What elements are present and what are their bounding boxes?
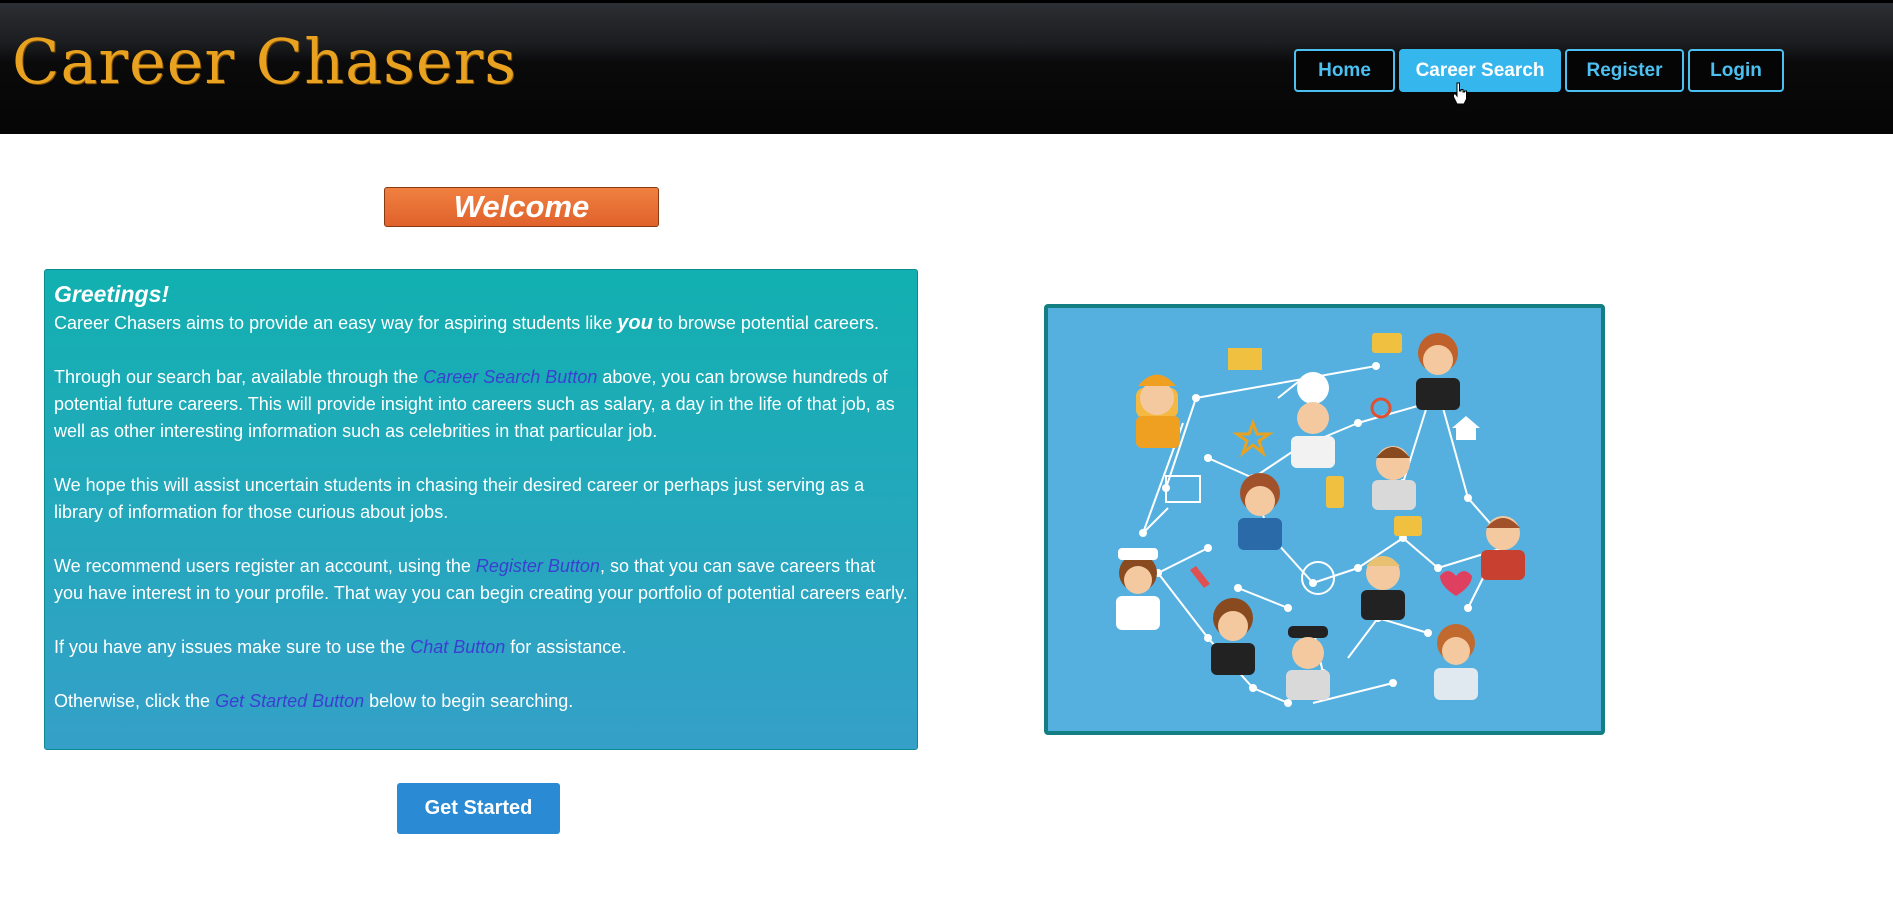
driver-figure: [1286, 626, 1330, 700]
chat-link[interactable]: Chat Button: [410, 637, 505, 657]
get-started-button[interactable]: Get Started: [397, 783, 560, 834]
headset-woman-figure: [1416, 333, 1460, 410]
phone-icon: [1326, 476, 1344, 508]
nurse-figure: [1116, 548, 1160, 630]
search-paragraph: Through our search bar, available throug…: [54, 367, 895, 441]
intro-paragraph: Career Chasers aims to provide an easy w…: [54, 312, 879, 334]
waitress-figure: [1238, 473, 1282, 550]
heart-icon: [1440, 571, 1472, 596]
chat-bubble-icon: [1372, 333, 1402, 353]
nav-career-search-button[interactable]: Career Search: [1399, 49, 1561, 92]
support-man-figure: [1481, 516, 1525, 580]
flight-attendant-figure: [1434, 624, 1478, 700]
message-icon: [1394, 516, 1422, 536]
at-sign-icon: [1370, 397, 1392, 419]
envelope-icon: [1228, 348, 1262, 370]
waiter-woman-figure: [1211, 598, 1255, 675]
greetings-heading: Greetings!: [54, 281, 170, 307]
purpose-paragraph: We hope this will assist uncertain stude…: [54, 475, 865, 522]
construction-worker-figure: [1136, 374, 1180, 448]
register-paragraph: We recommend users register an account, …: [54, 556, 908, 603]
nav-login-button[interactable]: Login: [1688, 49, 1784, 92]
home-icon: [1452, 416, 1480, 440]
careers-network-graphic: [1116, 333, 1525, 707]
careers-network-illustration: [1044, 304, 1605, 735]
site-logo[interactable]: Career Chasers: [12, 25, 517, 98]
pointer-cursor-icon: [1453, 82, 1467, 105]
site-header: Career Chasers Home Career Search Regist…: [0, 3, 1893, 134]
picture-icon: [1165, 475, 1201, 503]
nav-home-button[interactable]: Home: [1294, 49, 1395, 92]
welcome-banner: Welcome: [384, 187, 659, 227]
star-icon: [1232, 418, 1274, 458]
chef-figure: [1291, 372, 1335, 468]
man-with-glasses-figure: [1372, 446, 1416, 510]
get-started-link[interactable]: Get Started Button: [215, 691, 364, 711]
telephone-icon: [1190, 566, 1210, 588]
chat-paragraph: If you have any issues make sure to use …: [54, 637, 627, 657]
pilot-figure: [1361, 556, 1405, 620]
nav-register-button[interactable]: Register: [1565, 49, 1684, 92]
career-search-link[interactable]: Career Search Button: [423, 367, 597, 387]
greetings-card: Greetings! Career Chasers aims to provid…: [44, 269, 918, 750]
get-started-paragraph: Otherwise, click the Get Started Button …: [54, 691, 574, 711]
register-link[interactable]: Register Button: [476, 556, 600, 576]
